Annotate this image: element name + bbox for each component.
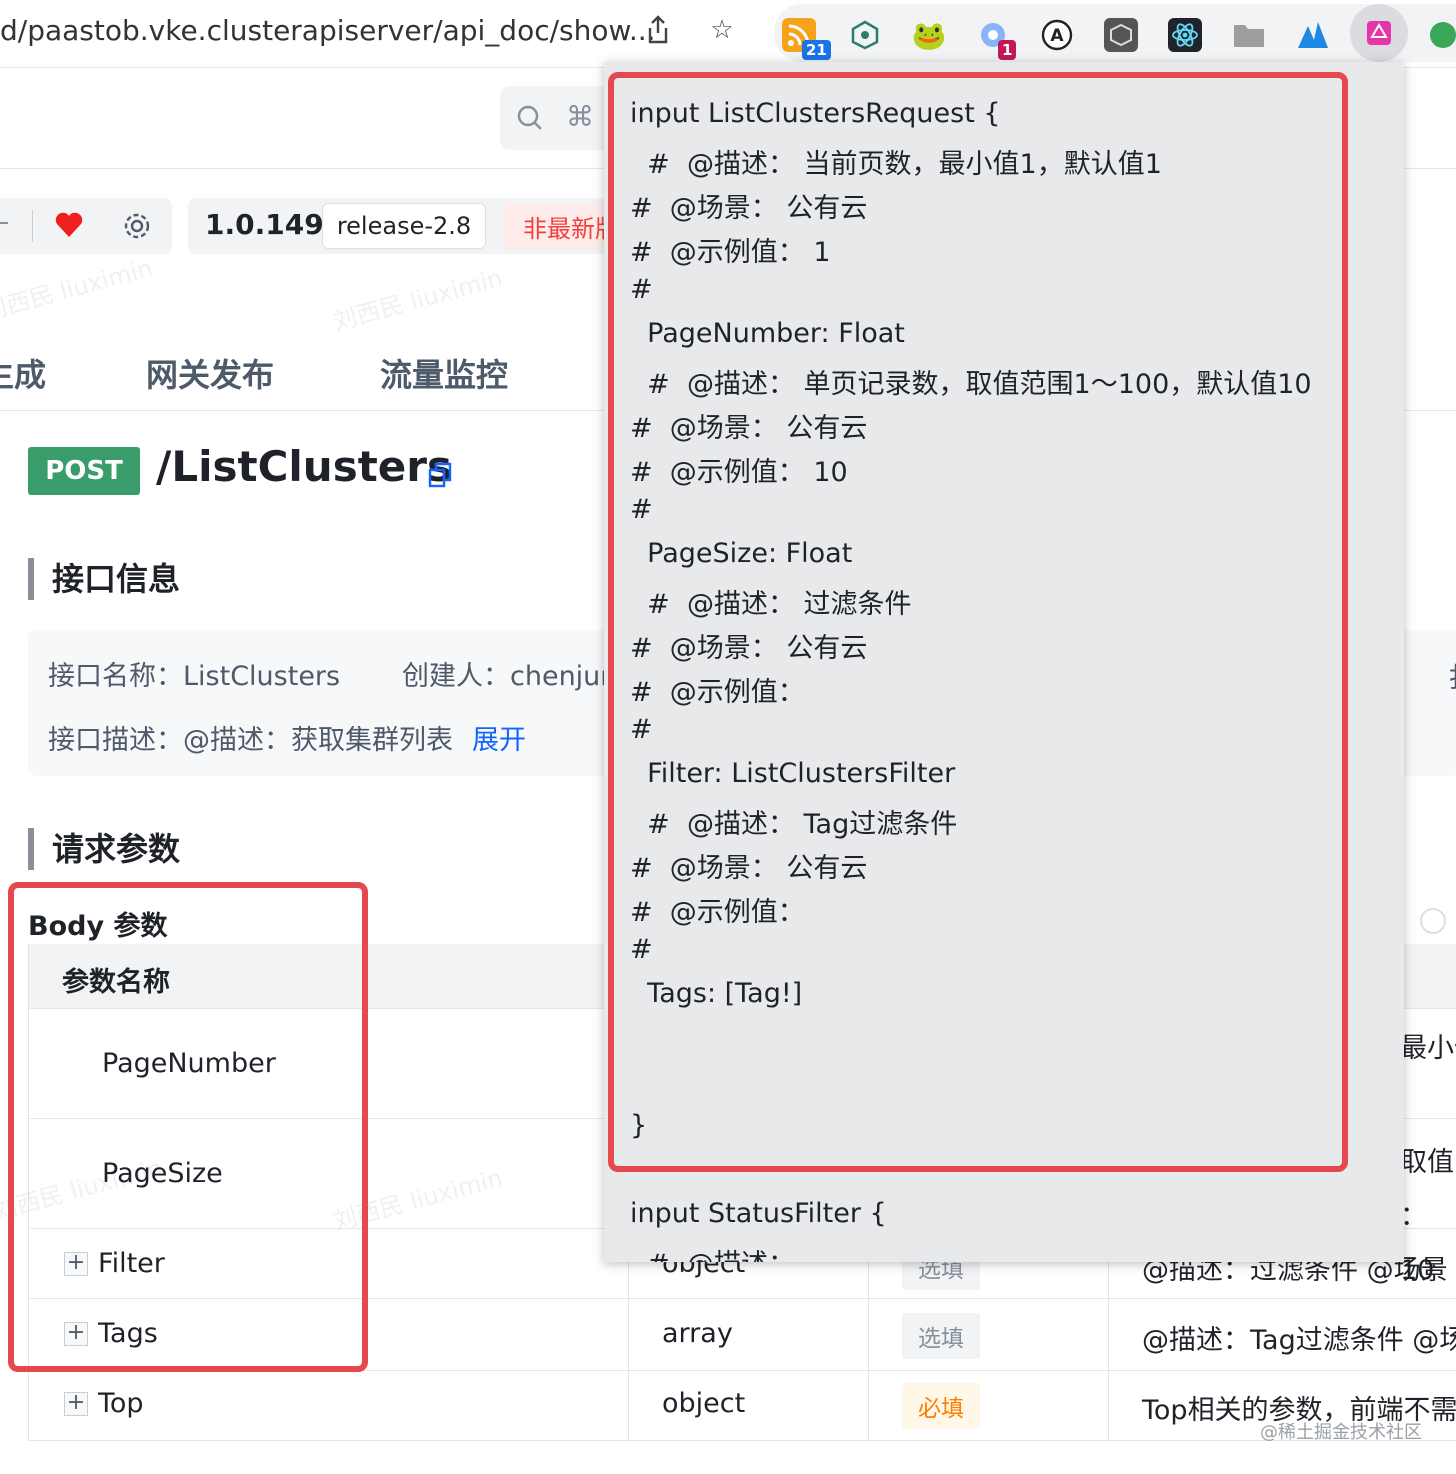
code-line: input StatusFilter { (630, 1198, 887, 1229)
param-type: array (662, 1318, 733, 1349)
radio-circle-icon[interactable] (1420, 908, 1446, 934)
optional-badge: 选填 (902, 1313, 980, 1359)
browser-toolbar: d/paastob.vke.clusterapiserver/api_doc/s… (0, 0, 1456, 68)
gear-icon[interactable] (122, 211, 152, 241)
action-toolbar (0, 198, 172, 254)
tab-generate[interactable]: 生成 (0, 350, 46, 396)
svg-text:A: A (1050, 26, 1064, 46)
http-method-badge: POST (28, 447, 140, 495)
green-extension-icon[interactable] (1426, 18, 1456, 52)
folder-extension-icon[interactable] (1232, 18, 1266, 52)
param-type: object (662, 1388, 746, 1419)
puzzle-badge: 1 (998, 40, 1017, 60)
highlight-box-schema (608, 72, 1348, 1172)
search-icon (517, 105, 542, 130)
source-watermark: @稀土掘金技术社区 (1260, 1422, 1422, 1443)
param-name: Top (98, 1388, 144, 1419)
interface-creator: 创建人：chenjun (402, 661, 618, 692)
param-description: 最小值 (1400, 1033, 1456, 1064)
heart-icon[interactable] (54, 211, 84, 239)
shortcut-key-hint: ⌘ (566, 100, 594, 133)
branch-selector[interactable]: release-2.8 (322, 203, 486, 249)
copy-icon[interactable] (428, 462, 452, 488)
highlight-box-params (8, 882, 368, 1372)
tab-traffic-monitor[interactable]: 流量监控 (380, 350, 508, 396)
row-divider (28, 1440, 1456, 1441)
param-description: @描述：Tag过滤条件 @场 (1142, 1325, 1456, 1356)
info-overflow-text: 扌 (1448, 656, 1456, 695)
interface-info-heading: 接口信息 (28, 558, 180, 600)
request-params-heading: 请求参数 (28, 828, 180, 870)
toolbar-divider (32, 210, 33, 242)
code-line: # @描述： (630, 1242, 795, 1262)
expand-link[interactable]: 展开 (472, 718, 526, 757)
react-extension-icon[interactable] (1168, 18, 1202, 52)
watermark: 刘西民 liuximin (0, 253, 156, 326)
bookmark-star-icon[interactable]: ☆ (704, 12, 740, 48)
address-bar-url[interactable]: d/paastob.vke.clusterapiserver/api_doc/s… (0, 14, 656, 47)
interface-description: 接口描述：@描述：获取集群列表 (48, 725, 453, 756)
api-path-title: /ListClusters (156, 442, 452, 491)
version-number: 1.0.149 (205, 208, 324, 241)
dark-hex-extension-icon[interactable] (1104, 18, 1138, 52)
watermark: 刘西民 liuximin (329, 263, 506, 336)
dropdown-caret-icon[interactable] (0, 222, 8, 224)
required-badge: 必填 (902, 1383, 980, 1429)
graphql-extension-icon[interactable] (1350, 4, 1408, 62)
interface-name: 接口名称：ListClusters (48, 661, 341, 692)
a-circle-extension-icon[interactable]: A (1040, 18, 1074, 52)
share-icon[interactable] (640, 12, 676, 48)
expand-top-button[interactable]: + (64, 1392, 88, 1416)
tab-gateway-publish[interactable]: 网关发布 (146, 350, 274, 396)
frog-extension-icon[interactable]: 🐸 (912, 18, 947, 52)
extensions-bar: 21 🐸 1 A (774, 4, 1456, 62)
graph-extension-icon[interactable] (848, 18, 882, 52)
mountain-extension-icon[interactable] (1296, 18, 1330, 52)
rss-badge: 21 (802, 40, 831, 60)
